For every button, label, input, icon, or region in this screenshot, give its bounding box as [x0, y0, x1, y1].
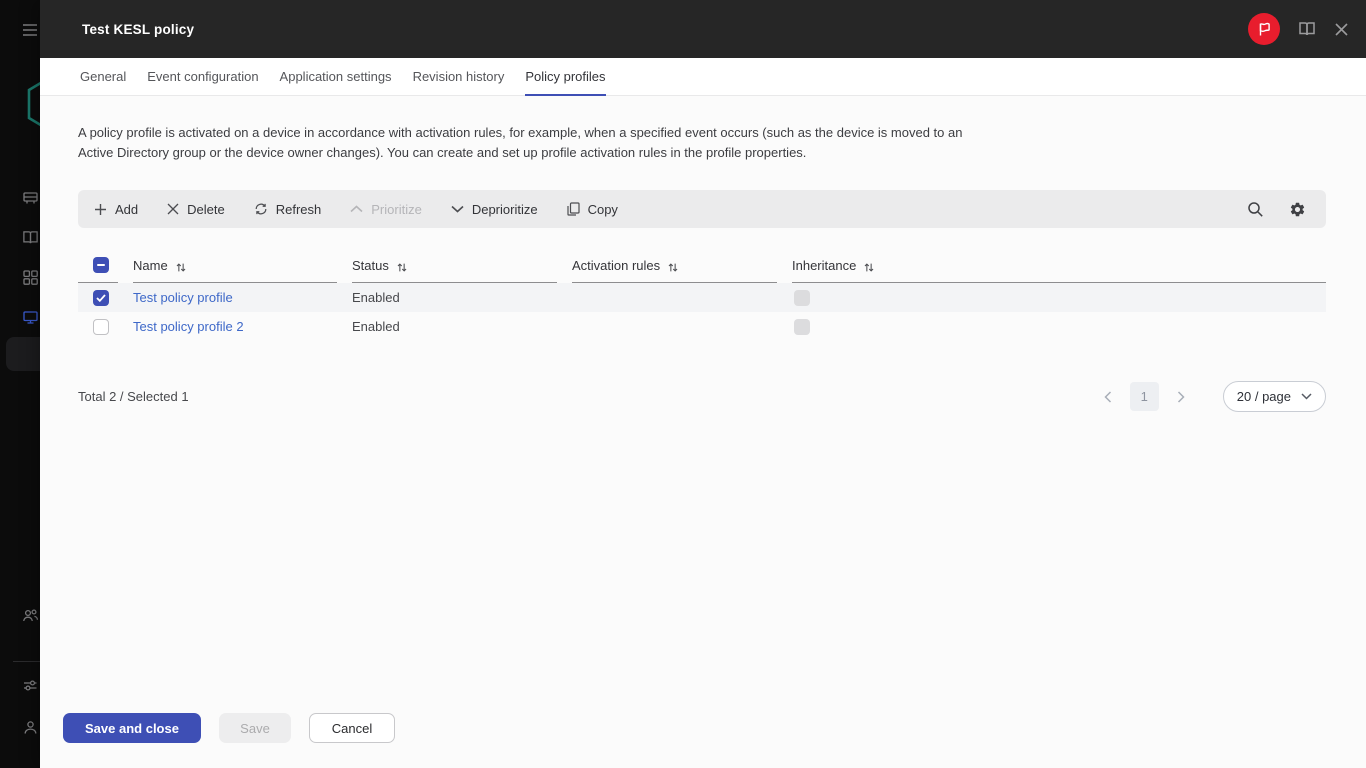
- column-header-inheritance[interactable]: Inheritance: [792, 251, 1326, 283]
- copy-icon: [567, 202, 580, 216]
- policy-properties-panel: Test KESL policy: [40, 0, 1366, 768]
- column-header-status[interactable]: Status: [352, 251, 557, 283]
- copy-button[interactable]: Copy: [567, 202, 618, 217]
- table-header-row: Name Status Activa: [78, 251, 1326, 283]
- flag-notification-icon: [1256, 21, 1272, 37]
- profile-name-link[interactable]: Test policy profile 2: [133, 319, 244, 334]
- page-size-select[interactable]: 20 / page: [1223, 381, 1326, 412]
- current-page-button[interactable]: 1: [1130, 382, 1159, 411]
- column-header-name[interactable]: Name: [133, 251, 337, 283]
- panel-footer: Save and close Save Cancel: [63, 713, 395, 743]
- tab-policy-profiles[interactable]: Policy profiles: [525, 58, 605, 95]
- cross-icon: [167, 203, 179, 215]
- policy-profiles-table: Name Status Activa: [78, 251, 1326, 341]
- chevron-down-icon: [1301, 393, 1312, 400]
- notifications-flag-button[interactable]: [1248, 13, 1280, 45]
- sort-icon[interactable]: [175, 261, 187, 274]
- sort-icon[interactable]: [667, 261, 679, 274]
- profile-status: Enabled: [352, 319, 557, 334]
- pagination-bar: Total 2 / Selected 1 1 20 / page: [78, 381, 1326, 412]
- prioritize-button[interactable]: Prioritize: [350, 202, 422, 217]
- users-icon[interactable]: [22, 607, 39, 624]
- save-and-close-button[interactable]: Save and close: [63, 713, 201, 743]
- row-checkbox[interactable]: [93, 319, 109, 335]
- sort-icon[interactable]: [863, 261, 875, 274]
- cancel-button[interactable]: Cancel: [309, 713, 395, 743]
- close-icon[interactable]: [1334, 22, 1349, 37]
- hierarchy-icon[interactable]: [22, 189, 39, 206]
- table-toolbar: Add Delete Refresh: [78, 190, 1326, 228]
- profile-name-link[interactable]: Test policy profile: [133, 290, 233, 305]
- inheritance-checkbox-disabled: [794, 290, 810, 306]
- chevron-down-icon: [451, 205, 464, 213]
- chevron-left-icon[interactable]: [1100, 387, 1116, 407]
- console-settings-icon[interactable]: [22, 677, 39, 694]
- chevron-up-icon: [350, 205, 363, 213]
- table-row[interactable]: Test policy profile Enabled: [78, 283, 1326, 312]
- tab-revision-history[interactable]: Revision history: [413, 58, 505, 95]
- sort-icon[interactable]: [396, 261, 408, 274]
- selection-summary: Total 2 / Selected 1: [78, 389, 189, 404]
- refresh-icon: [254, 202, 268, 216]
- inheritance-checkbox-disabled: [794, 319, 810, 335]
- tab-bar: General Event configuration Application …: [40, 58, 1366, 96]
- hamburger-icon[interactable]: [22, 23, 38, 37]
- tab-general[interactable]: General: [80, 58, 126, 95]
- table-row[interactable]: Test policy profile 2 Enabled: [78, 312, 1326, 341]
- devices-monitor-icon[interactable]: [22, 309, 39, 326]
- select-all-checkbox[interactable]: [93, 257, 109, 273]
- refresh-button[interactable]: Refresh: [254, 202, 322, 217]
- app-sidebar: [0, 0, 40, 768]
- panel-header: Test KESL policy: [40, 0, 1366, 58]
- policy-profile-description: A policy profile is activated on a devic…: [78, 123, 963, 163]
- profile-status: Enabled: [352, 290, 557, 305]
- add-button[interactable]: Add: [94, 202, 138, 217]
- column-header-activation-rules[interactable]: Activation rules: [572, 251, 777, 283]
- gear-icon[interactable]: [1289, 201, 1306, 218]
- account-icon[interactable]: [22, 719, 39, 736]
- deprioritize-button[interactable]: Deprioritize: [451, 202, 538, 217]
- row-checkbox[interactable]: [93, 290, 109, 306]
- plus-icon: [94, 203, 107, 216]
- dashboard-grid-icon[interactable]: [22, 269, 39, 286]
- chevron-right-icon[interactable]: [1173, 387, 1189, 407]
- reports-icon[interactable]: [22, 229, 39, 246]
- delete-button[interactable]: Delete: [167, 202, 225, 217]
- panel-title: Test KESL policy: [82, 22, 194, 37]
- tab-application-settings[interactable]: Application settings: [280, 58, 392, 95]
- tab-event-configuration[interactable]: Event configuration: [147, 58, 258, 95]
- search-icon[interactable]: [1247, 201, 1264, 218]
- help-book-icon[interactable]: [1297, 20, 1317, 38]
- sidebar-divider: [13, 661, 40, 662]
- save-button[interactable]: Save: [219, 713, 291, 743]
